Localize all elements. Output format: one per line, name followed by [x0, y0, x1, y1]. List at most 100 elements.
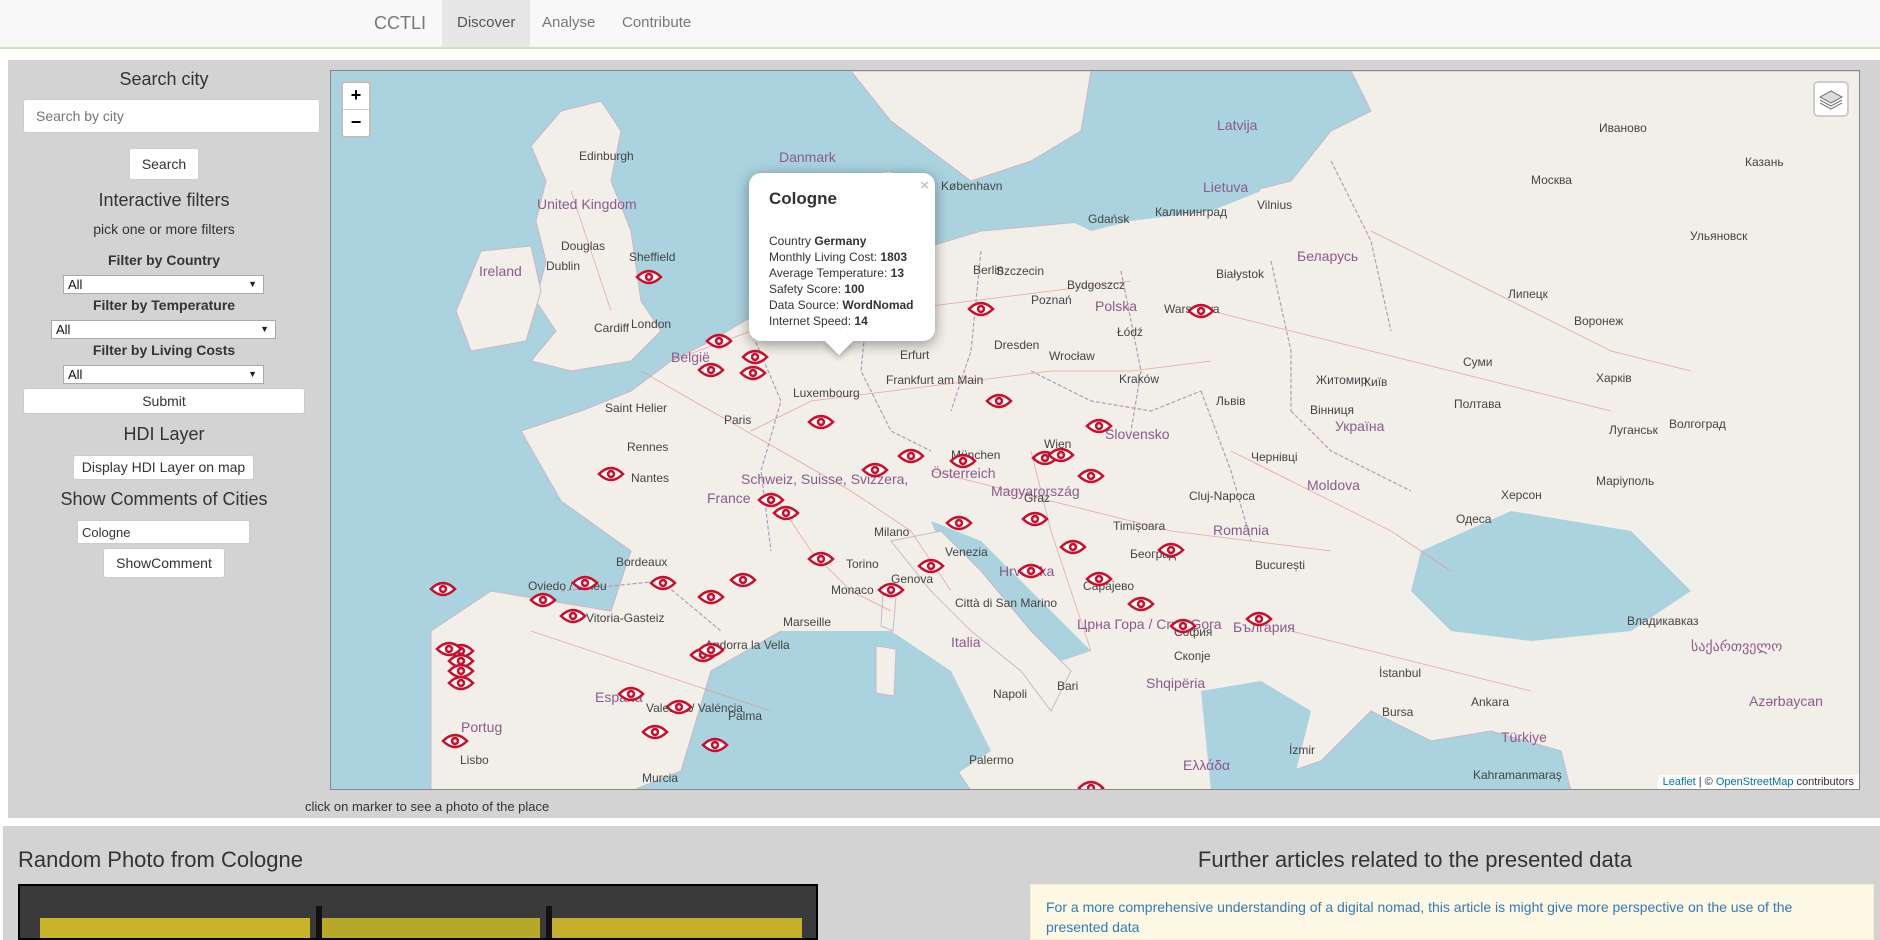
eye-marker-icon[interactable]	[807, 550, 835, 568]
filter-cost-select[interactable]: All ▼	[63, 365, 264, 384]
photo-image	[20, 886, 816, 938]
label-dublin: Dublin	[546, 259, 581, 273]
eye-marker-icon[interactable]	[641, 723, 669, 741]
filter-cost-label: Filter by Living Costs	[92, 342, 236, 358]
eye-marker-icon[interactable]	[705, 332, 733, 350]
eye-marker-icon[interactable]	[441, 732, 469, 750]
eye-marker-icon[interactable]	[1085, 417, 1113, 435]
eye-marker-icon[interactable]	[1077, 467, 1105, 485]
search-input[interactable]	[23, 99, 320, 133]
eye-marker-icon[interactable]	[697, 361, 725, 379]
eye-marker-icon[interactable]	[649, 574, 677, 592]
layers-button[interactable]	[1813, 81, 1849, 117]
popup-close-button[interactable]: ×	[920, 177, 929, 194]
eye-marker-icon[interactable]	[597, 465, 625, 483]
eye-marker-icon[interactable]	[1085, 570, 1113, 588]
eye-marker-icon[interactable]	[1047, 446, 1075, 464]
eye-marker-icon[interactable]	[807, 413, 835, 431]
map[interactable]: United Kingdom Ireland France España Ita…	[330, 70, 1860, 790]
show-comment-button[interactable]: ShowComment	[103, 548, 225, 578]
label-united-kingdom: United Kingdom	[537, 196, 637, 212]
eye-marker-icon[interactable]	[1157, 541, 1185, 559]
hdi-title: HDI Layer	[123, 424, 205, 444]
label-frankfurt: Frankfurt am Main	[886, 373, 984, 387]
label-latvija: Latvija	[1217, 117, 1258, 133]
eye-marker-icon[interactable]	[447, 674, 475, 692]
label-france: France	[707, 490, 751, 506]
eye-marker-icon[interactable]	[1169, 617, 1197, 635]
eye-marker-icon[interactable]	[559, 607, 587, 625]
label-palermo: Palermo	[969, 753, 1014, 767]
nav-contribute[interactable]: Contribute	[607, 0, 706, 47]
label-wroclaw: Wrocław	[1049, 349, 1095, 363]
article-link[interactable]: For a more comprehensive understanding o…	[1030, 884, 1874, 940]
label-vilnius: Vilnius	[1257, 198, 1293, 212]
eye-marker-icon[interactable]	[697, 588, 725, 606]
eye-marker-icon[interactable]	[1127, 595, 1155, 613]
eye-marker-icon[interactable]	[741, 348, 769, 366]
osm-link[interactable]: OpenStreetMap	[1716, 776, 1794, 788]
filter-temperature-value: All	[56, 322, 71, 337]
nav-discover[interactable]: Discover	[442, 0, 531, 47]
eye-marker-icon[interactable]	[1021, 510, 1049, 528]
comments-city-input[interactable]	[77, 520, 250, 544]
label-odesa: Одеса	[1456, 512, 1492, 526]
eye-marker-icon[interactable]	[985, 392, 1013, 410]
eye-marker-icon[interactable]	[701, 736, 729, 754]
eye-marker-icon[interactable]	[877, 581, 905, 599]
eye-marker-icon[interactable]	[945, 514, 973, 532]
label-gdansk: Gdańsk	[1088, 212, 1130, 226]
label-douglas: Douglas	[561, 239, 606, 253]
eye-marker-icon[interactable]	[1245, 610, 1273, 628]
filter-temperature-select[interactable]: All ▼	[51, 320, 276, 339]
label-volgograd: Волгоград	[1669, 417, 1726, 431]
eye-marker-icon[interactable]	[429, 580, 457, 598]
label-marseille: Marseille	[783, 615, 832, 629]
eye-marker-icon[interactable]	[617, 685, 645, 703]
eye-marker-icon[interactable]	[949, 452, 977, 470]
brand[interactable]: CCTLI	[374, 0, 426, 47]
filter-country-select[interactable]: All ▼	[63, 275, 264, 294]
eye-marker-icon[interactable]	[729, 571, 757, 589]
eye-marker-icon[interactable]	[1077, 779, 1105, 790]
label-izmir: İzmir	[1289, 743, 1315, 757]
search-button[interactable]: Search	[129, 148, 199, 180]
label-lodz: Łódź	[1117, 325, 1144, 339]
label-timisoara: Timișoara	[1113, 519, 1166, 533]
nav-analyse[interactable]: Analyse	[527, 0, 610, 47]
eye-marker-icon[interactable]	[697, 641, 725, 659]
label-bari: Bari	[1057, 679, 1079, 693]
label-ellada: Ελλάδα	[1183, 757, 1231, 773]
eye-marker-icon[interactable]	[665, 698, 693, 716]
zoom-out-button[interactable]: −	[343, 110, 369, 136]
label-istanbul: İstanbul	[1379, 666, 1422, 680]
submit-button[interactable]: Submit	[23, 388, 305, 414]
eye-marker-icon[interactable]	[635, 268, 663, 286]
label-napoli: Napoli	[993, 687, 1028, 701]
eye-marker-icon[interactable]	[967, 300, 995, 318]
eye-marker-icon[interactable]	[1059, 538, 1087, 556]
eye-marker-icon[interactable]	[435, 640, 463, 658]
eye-marker-icon[interactable]	[772, 504, 800, 522]
eye-marker-icon[interactable]	[1017, 562, 1045, 580]
label-romania: România	[1213, 522, 1270, 538]
hdi-button[interactable]: Display HDI Layer on map	[73, 455, 254, 480]
label-kyiv: Київ	[1364, 375, 1388, 389]
zoom-in-button[interactable]: +	[343, 83, 369, 110]
label-palma: Palma	[728, 709, 763, 723]
label-lipetsk: Липецк	[1508, 287, 1548, 301]
eye-marker-icon[interactable]	[739, 364, 767, 382]
eye-marker-icon[interactable]	[571, 574, 599, 592]
leaflet-link[interactable]: Leaflet	[1663, 776, 1696, 788]
label-bursa: Bursa	[1382, 705, 1414, 719]
eye-marker-icon[interactable]	[917, 557, 945, 575]
label-bordeaux: Bordeaux	[616, 555, 668, 569]
eye-marker-icon[interactable]	[861, 461, 889, 479]
eye-marker-icon[interactable]	[1187, 302, 1215, 320]
label-dresden: Dresden	[994, 338, 1040, 352]
label-saint-helier: Saint Helier	[605, 401, 668, 415]
eye-marker-icon[interactable]	[529, 591, 557, 609]
eye-marker-icon[interactable]	[897, 447, 925, 465]
comments-title: Show Comments of Cities	[60, 489, 268, 509]
label-edinburgh: Edinburgh	[579, 149, 634, 163]
